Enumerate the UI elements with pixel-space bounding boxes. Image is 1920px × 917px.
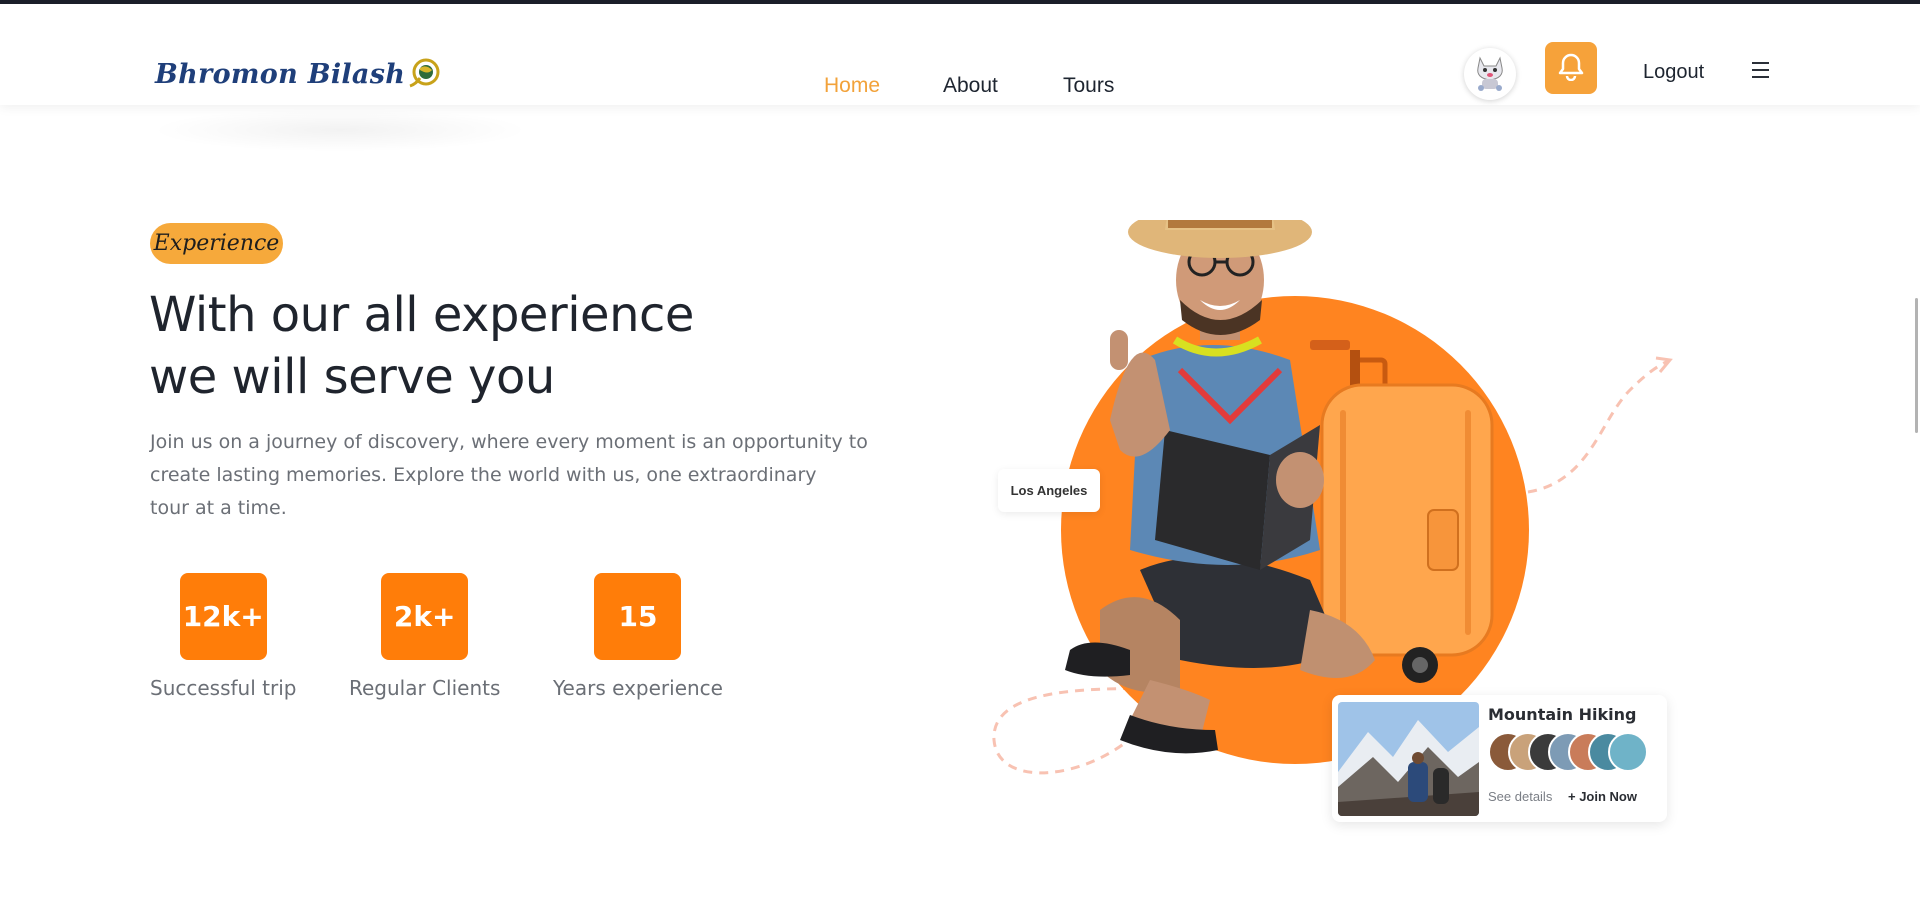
hero-description-line-3: tour at a time. [150, 497, 287, 519]
site-header: Bhromon Bilash Home About Tours Logout [0, 4, 1920, 105]
hero-description-line-2: create lasting memories. Explore the wor… [150, 464, 817, 486]
nav-home[interactable]: Home [824, 74, 880, 98]
mountain-photo [1338, 702, 1479, 816]
hero-title: With our all experience we will serve yo… [149, 284, 769, 408]
stat-value: 2k+ [381, 573, 469, 660]
logout-link[interactable]: Logout [1643, 61, 1704, 84]
hero-title-line-1: With our all experience [149, 287, 694, 343]
user-avatar[interactable] [1464, 48, 1516, 100]
location-tag: Los Angeles [998, 469, 1100, 512]
stat-value: 12k+ [179, 573, 267, 660]
participant-avatar [1608, 732, 1648, 772]
hamburger-icon[interactable] [1752, 62, 1769, 78]
nav-tours[interactable]: Tours [1063, 74, 1114, 98]
logo-text: Bhromon Bilash [155, 58, 406, 90]
stat-years-experience: 15 Years experience [553, 573, 723, 700]
join-now-link[interactable]: + Join Now [1568, 789, 1637, 804]
globe-icon [406, 56, 442, 92]
stat-successful-trip: 12k+ Successful trip [150, 573, 296, 700]
hero-title-line-2: we will serve you [149, 349, 555, 405]
badge-label: Experience [153, 231, 280, 256]
see-details-link[interactable]: See details [1488, 789, 1552, 804]
site-logo[interactable]: Bhromon Bilash [155, 56, 442, 92]
hero-description: Join us on a journey of discovery, where… [150, 426, 890, 525]
notification-button[interactable] [1545, 42, 1597, 94]
arrow-head-icon [1655, 356, 1673, 373]
participant-avatars [1488, 732, 1658, 774]
stat-label: Successful trip [150, 676, 297, 700]
cat-avatar-icon [1472, 52, 1508, 96]
hero-description-line-1: Join us on a journey of discovery, where… [150, 431, 868, 453]
stat-label: Regular Clients [349, 676, 501, 700]
stat-label: Years experience [553, 676, 723, 700]
dashed-arrow-path [1527, 358, 1671, 494]
experience-badge: Experience [150, 223, 283, 264]
stat-regular-clients: 2k+ Regular Clients [349, 573, 500, 700]
scrollbar-thumb[interactable] [1915, 298, 1918, 433]
mountain-hiking-card[interactable]: Mountain Hiking See details + Join Now [1332, 695, 1667, 822]
card-title: Mountain Hiking [1488, 705, 1637, 724]
stat-value: 15 [594, 573, 682, 660]
bell-icon [1556, 51, 1586, 85]
header-shadow [150, 108, 530, 152]
nav-about[interactable]: About [943, 74, 998, 98]
